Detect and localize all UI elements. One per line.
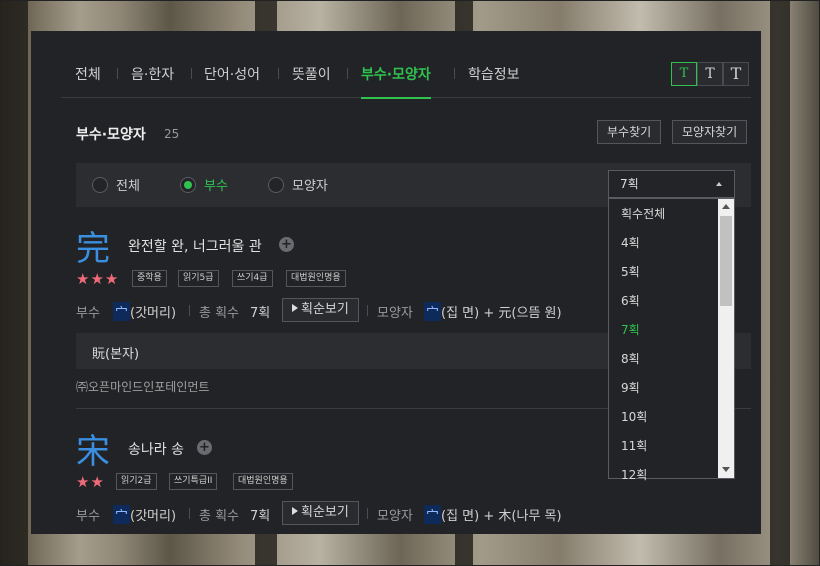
radical-label: 부수 [76, 509, 100, 524]
caret-up-icon [716, 182, 722, 186]
level-badge: 대법원인명용 [286, 270, 346, 287]
play-icon [292, 507, 298, 515]
info-separator [189, 508, 190, 519]
hanja-dictionary-panel: 전체 음·한자 단어·성어 뜻풀이 부수·모양자 학습정보 T T T 부수·모… [31, 31, 761, 534]
tab-separator [454, 68, 455, 79]
shape-label: 모양자 [377, 306, 413, 321]
radio-label: 전체 [116, 179, 140, 194]
stroke-order-button[interactable]: 획순보기 [282, 298, 359, 322]
tab-separator [347, 68, 348, 79]
level-badge: 쓰기4급 [232, 270, 273, 287]
copyright-text: ㈜오픈마인드인포테인먼트 [76, 380, 210, 394]
level-badge: 대법원인명용 [233, 473, 293, 490]
hanja-character[interactable]: 宋 [76, 424, 110, 473]
dropdown-option[interactable]: 8획 [621, 350, 640, 367]
dropdown-option[interactable]: 10획 [621, 408, 647, 425]
add-wordbook-icon[interactable]: + [279, 237, 294, 252]
select-value: 7획 [620, 177, 639, 191]
tab-bar: 전체 음·한자 단어·성어 뜻풀이 부수·모양자 학습정보 [61, 55, 751, 99]
tab-separator [117, 68, 118, 79]
stroke-count-select[interactable]: 7획 [608, 170, 735, 198]
scroll-thumb[interactable] [720, 216, 732, 306]
add-wordbook-icon[interactable]: + [197, 440, 212, 455]
shape-label: 모양자 [377, 509, 413, 524]
dropdown-scrollbar[interactable] [718, 199, 734, 478]
tab-radical-shape[interactable]: 부수·모양자 [361, 64, 431, 99]
importance-stars: ★★ [76, 473, 105, 491]
dropdown-option[interactable]: 6획 [621, 292, 640, 309]
level-badge: 읽기5급 [178, 270, 219, 287]
radical-label: 부수 [76, 306, 100, 321]
stroke-total-value: 7획 [250, 306, 271, 321]
shape-value[interactable]: 宀 (집 면) + 木(나무 목) [424, 505, 562, 524]
info-separator [367, 305, 368, 316]
hanja-meaning: 완전할 완, 너그러울 관 [128, 239, 262, 255]
variant-character[interactable]: 貦(본자) [92, 343, 139, 362]
play-icon [292, 304, 298, 312]
tab-meaning[interactable]: 뜻풀이 [292, 64, 331, 84]
level-badge: 읽기2급 [116, 473, 157, 490]
dropdown-option[interactable]: 12획 [621, 466, 647, 483]
section-title: 부수·모양자 [76, 127, 146, 143]
hanja-character[interactable]: 完 [76, 221, 110, 270]
radical-search-button[interactable]: 부수찾기 [597, 120, 662, 144]
scroll-down-arrow-icon[interactable] [722, 467, 730, 472]
tab-separator [191, 68, 192, 79]
dropdown-option[interactable]: 11획 [621, 437, 647, 454]
stroke-order-button[interactable]: 획순보기 [282, 501, 359, 525]
dropdown-option-all[interactable]: 획수전체 [621, 205, 665, 222]
filter-radio-all[interactable]: 전체 [92, 175, 140, 194]
filter-radio-shape[interactable]: 모양자 [268, 175, 328, 194]
tab-words-idioms[interactable]: 단어·성어 [204, 64, 260, 84]
stroke-total-label: 총 획수 [199, 306, 240, 321]
dropdown-option[interactable]: 5획 [621, 263, 640, 280]
tab-all[interactable]: 전체 [75, 64, 101, 84]
radio-circle-selected [180, 176, 196, 193]
dropdown-option[interactable]: 9획 [621, 379, 640, 396]
hanja-meaning: 송나라 송 [128, 442, 184, 458]
radio-label: 부수 [204, 179, 228, 194]
tab-reading-hanja[interactable]: 음·한자 [131, 64, 174, 84]
result-count: 25 [164, 127, 180, 141]
radio-circle [92, 176, 108, 193]
shape-search-button[interactable]: 모양자찾기 [672, 120, 748, 144]
radical-value[interactable]: 宀 (갓머리) [113, 505, 176, 524]
font-size-small-button[interactable]: T [671, 62, 697, 86]
radio-circle [268, 176, 284, 193]
font-size-large-button[interactable]: T [723, 62, 749, 86]
stroke-count-dropdown: 획수전체 4획 5획 6획 7획 8획 9획 10획 11획 12획 [608, 198, 735, 482]
dropdown-option-selected[interactable]: 7획 [621, 321, 640, 338]
filter-radio-radical[interactable]: 부수 [180, 175, 228, 194]
shape-value[interactable]: 宀 (집 면) + 元(으뜸 원) [424, 302, 562, 321]
stroke-total-label: 총 획수 [199, 509, 240, 524]
tab-separator [278, 68, 279, 79]
tab-study-info[interactable]: 학습정보 [468, 64, 520, 84]
level-badge: 쓰기특급II [169, 473, 218, 490]
radical-value[interactable]: 宀 (갓머리) [113, 302, 176, 321]
stroke-total-value: 7획 [250, 509, 271, 524]
scroll-up-arrow-icon[interactable] [722, 204, 730, 209]
font-size-medium-button[interactable]: T [697, 62, 723, 86]
info-separator [189, 305, 190, 316]
importance-stars: ★★★ [76, 270, 120, 288]
dropdown-option[interactable]: 4획 [621, 234, 640, 251]
level-badge: 중학용 [132, 270, 167, 287]
radio-label: 모양자 [292, 179, 328, 194]
info-separator [367, 508, 368, 519]
